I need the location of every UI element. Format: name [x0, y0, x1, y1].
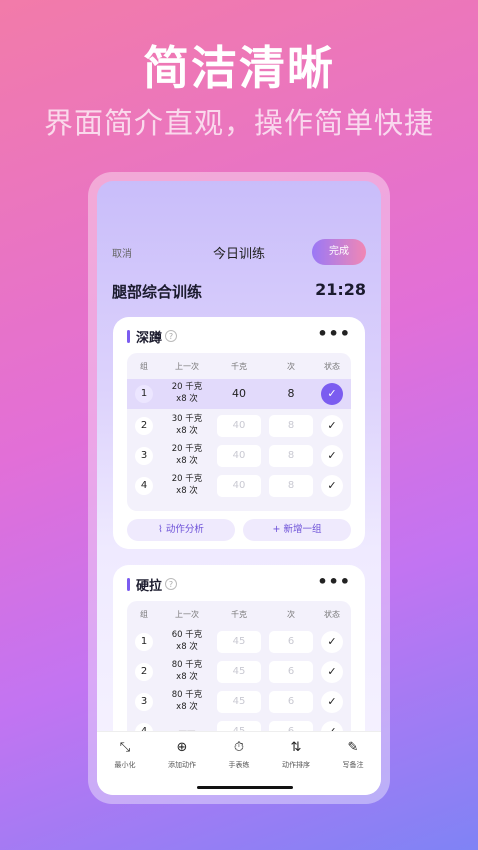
table-row[interactable]: 3 80 千克 x8 次 45 6 ✓ [127, 687, 351, 717]
reps-input[interactable]: 8 [269, 415, 313, 437]
set-number: 4 [135, 477, 153, 495]
reps-input[interactable]: 8 [269, 475, 313, 497]
header-reps: 次 [287, 610, 295, 619]
add-set-button[interactable]: + 新增一组 [243, 519, 351, 541]
check-icon[interactable]: ✓ [321, 415, 343, 437]
kg-input[interactable]: 45 [217, 661, 261, 683]
kg-input[interactable]: 45 [217, 631, 261, 653]
more-icon[interactable]: ••• [317, 324, 351, 343]
kg-input[interactable]: 40 [217, 383, 261, 405]
set-number: 3 [135, 447, 153, 465]
kg-input[interactable]: 40 [217, 415, 261, 437]
app-screen: 取消 今日训练 完成 腿部综合训练 21:28 深蹲 ? ••• 组 上一次 千… [97, 181, 381, 795]
check-icon[interactable]: ✓ [321, 475, 343, 497]
table-row[interactable]: 1 20 千克 x8 次 40 8 ✓ [127, 379, 351, 409]
table-header: 组 上一次 千克 次 状态 [127, 605, 351, 625]
header-status: 状态 [324, 362, 340, 371]
tab-label: 手表练 [228, 761, 250, 769]
kg-input[interactable]: 45 [217, 691, 261, 713]
promo-headline: 简洁清晰 [143, 41, 335, 95]
reps-input[interactable]: 6 [269, 631, 313, 653]
bottom-toolbar: ⤡ 最小化 ⊕ 添加动作 ⏱ 手表练 ⇅ 动作排序 ✎ 写备注 [97, 731, 381, 795]
help-icon[interactable]: ? [165, 330, 177, 342]
tab-label: 写备注 [342, 761, 364, 769]
kg-input[interactable]: 40 [217, 475, 261, 497]
stopwatch-icon: ⏱ [233, 740, 245, 755]
header-kg: 千克 [231, 362, 247, 371]
sets-table: 组 上一次 千克 次 状态 1 20 千克 x8 次 40 8 ✓ 2 30 千克… [127, 353, 351, 511]
check-icon[interactable]: ✓ [321, 691, 343, 713]
tab-label: 添加动作 [168, 761, 196, 769]
write-note-button[interactable]: ✎ 写备注 [325, 740, 381, 770]
analysis-button[interactable]: ⌇ 动作分析 [127, 519, 235, 541]
home-indicator[interactable] [197, 786, 293, 789]
table-row[interactable]: 2 30 千克 x8 次 40 8 ✓ [127, 411, 351, 441]
workout-timer: 21:28 [315, 280, 366, 299]
tab-label: 最小化 [114, 761, 136, 769]
check-icon[interactable]: ✓ [321, 631, 343, 653]
top-bar: 取消 今日训练 完成 [112, 239, 366, 265]
reps-input[interactable]: 6 [269, 661, 313, 683]
accent-bar [127, 578, 130, 591]
reps-input[interactable]: 8 [269, 445, 313, 467]
minimize-button[interactable]: ⤡ 最小化 [97, 740, 153, 770]
minimize-icon: ⤡ [119, 740, 131, 755]
table-row[interactable]: 4 20 千克 x8 次 40 8 ✓ [127, 471, 351, 501]
header-reps: 次 [287, 362, 295, 371]
check-icon[interactable]: ✓ [321, 383, 343, 405]
sort-icon: ⇅ [290, 740, 302, 755]
previous-record: 60 千克 x8 次 [171, 630, 203, 652]
help-icon[interactable]: ? [165, 578, 177, 590]
table-header: 组 上一次 千克 次 状态 [127, 357, 351, 377]
previous-record: 20 千克 x8 次 [171, 382, 203, 404]
more-icon[interactable]: ••• [317, 572, 351, 591]
add-exercise-button[interactable]: ⊕ 添加动作 [154, 740, 210, 770]
header-kg: 千克 [231, 610, 247, 619]
exercise-header: 深蹲 ? ••• [127, 324, 351, 347]
set-number: 1 [135, 385, 153, 403]
set-number: 2 [135, 663, 153, 681]
table-row[interactable]: 1 60 千克 x8 次 45 6 ✓ [127, 627, 351, 657]
check-icon[interactable]: ✓ [321, 445, 343, 467]
exercise-card-squat: 深蹲 ? ••• 组 上一次 千克 次 状态 1 20 千克 x8 次 40 8 … [113, 317, 365, 549]
set-number: 1 [135, 633, 153, 651]
promo-subline: 界面简介直观，操作简单快捷 [43, 106, 434, 140]
exercise-name: 深蹲 [136, 331, 163, 346]
previous-record: 80 千克 x8 次 [171, 660, 203, 682]
header-set: 组 [140, 362, 148, 371]
header-previous: 上一次 [175, 362, 199, 371]
done-button[interactable]: 完成 [312, 239, 366, 265]
set-number: 2 [135, 417, 153, 435]
exercise-name: 硬拉 [136, 579, 163, 594]
previous-record: 20 千克 x8 次 [171, 474, 203, 496]
header-status: 状态 [324, 610, 340, 619]
reps-input[interactable]: 8 [269, 383, 313, 405]
table-row[interactable]: 3 20 千克 x8 次 40 8 ✓ [127, 441, 351, 471]
watch-workout-button[interactable]: ⏱ 手表练 [211, 740, 267, 770]
exercise-actions: ⌇ 动作分析 + 新增一组 [127, 519, 351, 541]
exercise-header: 硬拉 ? ••• [127, 572, 351, 595]
reps-input[interactable]: 6 [269, 691, 313, 713]
previous-record: 20 千克 x8 次 [171, 444, 203, 466]
sort-exercises-button[interactable]: ⇅ 动作排序 [268, 740, 324, 770]
header-set: 组 [140, 610, 148, 619]
kg-input[interactable]: 40 [217, 445, 261, 467]
table-row[interactable]: 2 80 千克 x8 次 45 6 ✓ [127, 657, 351, 687]
tab-label: 动作排序 [282, 761, 310, 769]
set-number: 3 [135, 693, 153, 711]
check-icon[interactable]: ✓ [321, 661, 343, 683]
add-circle-icon: ⊕ [176, 740, 188, 755]
pen-icon: ✎ [347, 740, 359, 755]
previous-record: 30 千克 x8 次 [171, 414, 203, 436]
accent-bar [127, 330, 130, 343]
header-previous: 上一次 [175, 610, 199, 619]
workout-name: 腿部综合训练 [112, 283, 203, 301]
previous-record: 80 千克 x8 次 [171, 690, 203, 712]
phone-frame: 取消 今日训练 完成 腿部综合训练 21:28 深蹲 ? ••• 组 上一次 千… [88, 172, 390, 804]
